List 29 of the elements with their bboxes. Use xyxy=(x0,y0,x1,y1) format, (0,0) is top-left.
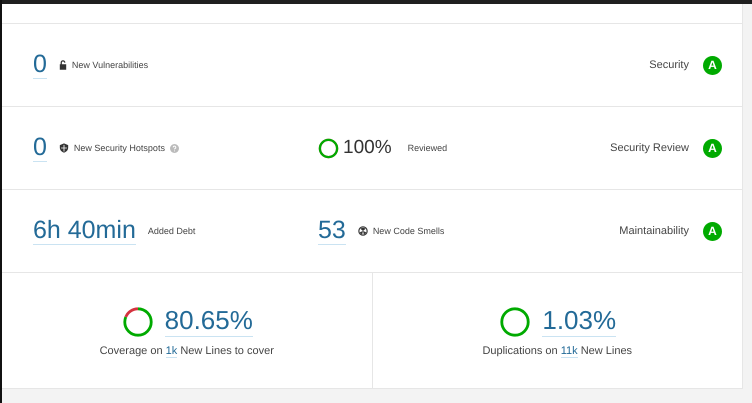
rating-label: Maintainability xyxy=(619,225,689,237)
lock-icon xyxy=(58,60,67,70)
metric-description: Duplications on 11k New Lines xyxy=(482,344,632,356)
help-icon[interactable] xyxy=(170,144,179,152)
rating-badge[interactable]: A xyxy=(703,222,722,240)
metric-value[interactable]: 1.03% xyxy=(542,306,616,337)
metric-value[interactable]: 80.65% xyxy=(164,306,253,337)
donut-chart xyxy=(120,304,155,338)
rating-label: Security Review xyxy=(610,142,689,154)
metric-label: New Vulnerabilities xyxy=(72,60,148,70)
smell-icon xyxy=(358,226,368,236)
metric-value[interactable]: 0 xyxy=(33,134,47,162)
metric-label: Added Debt xyxy=(148,226,196,236)
shield-icon xyxy=(58,143,69,153)
progress-ring xyxy=(318,138,339,158)
metric-value[interactable]: 6h 40min xyxy=(33,216,136,246)
metric-value[interactable]: 0 xyxy=(33,50,47,80)
metric-label: New Security Hotspots xyxy=(74,143,165,153)
metric-label: Reviewed xyxy=(408,143,448,153)
rating-label: Security xyxy=(649,59,689,71)
metric-description: Coverage on 1k New Lines to cover xyxy=(100,344,274,356)
donut-chart xyxy=(498,304,532,338)
lines-link[interactable]: 1k xyxy=(166,344,178,358)
rating-badge[interactable]: A xyxy=(703,138,722,158)
metric-value: 100% xyxy=(343,137,392,159)
metric-value[interactable]: 53 xyxy=(318,216,346,246)
lines-link[interactable]: 11k xyxy=(560,344,578,358)
metric-label: New Code Smells xyxy=(372,226,444,236)
rating-badge[interactable]: A xyxy=(703,56,722,74)
